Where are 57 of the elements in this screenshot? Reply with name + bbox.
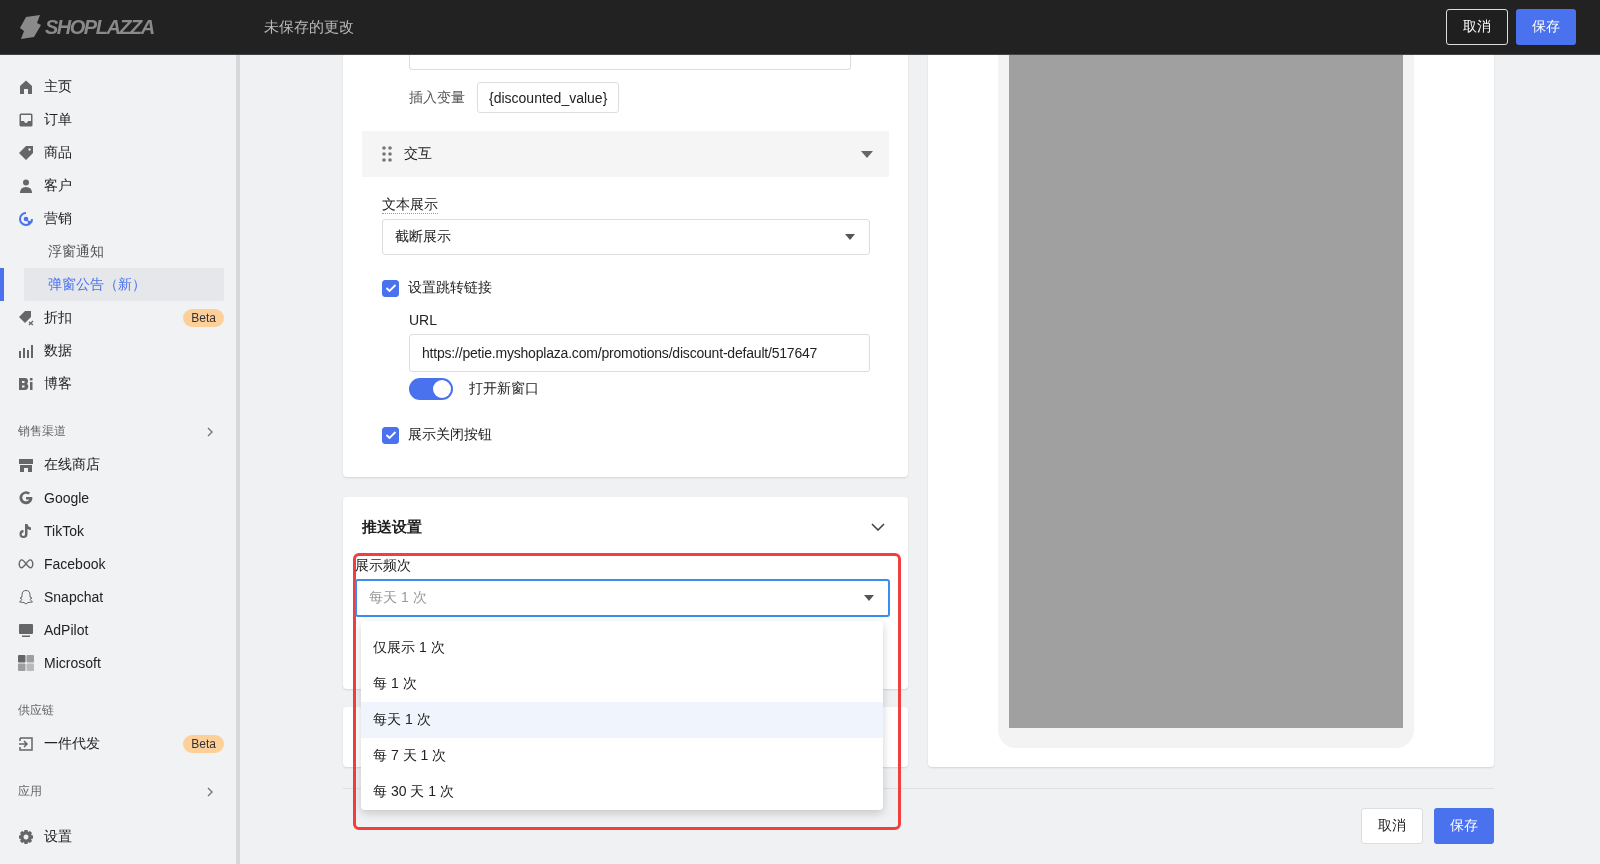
section-header[interactable]: 应用 <box>18 775 224 808</box>
sidebar-item[interactable]: 一件代发 <box>44 734 174 753</box>
logo-icon <box>20 15 42 39</box>
sidebar-item[interactable]: Snapchat <box>44 588 224 605</box>
beta-badge: Beta <box>183 308 224 327</box>
dropdown-option[interactable]: 每天 1 次 <box>361 702 883 738</box>
section-header: 供应链 <box>18 702 55 719</box>
beta-badge: Beta <box>183 734 224 753</box>
sidebar-item[interactable]: 在线商店 <box>44 455 224 474</box>
sidebar-item[interactable]: 折扣 <box>44 308 174 327</box>
section-header[interactable]: 交互 <box>362 131 889 177</box>
sidebar-item[interactable]: 订单 <box>44 110 224 129</box>
drag-handle-icon[interactable] <box>382 146 392 162</box>
field-label: 插入变量 <box>409 88 465 107</box>
section-title: 交互 <box>404 145 433 163</box>
sidebar-item[interactable]: 博客 <box>44 374 224 393</box>
sidebar-item[interactable]: 设置 <box>44 827 224 846</box>
field-label: 文本展示 <box>382 195 438 214</box>
url-field[interactable]: https://petie.myshoplaza.com/promotions/discount-default/517647 <box>409 334 870 372</box>
checkbox[interactable] <box>382 279 399 297</box>
page-status-title: 未保存的更改 <box>264 17 355 37</box>
text-display-select[interactable]: 截断展示 <box>382 219 870 255</box>
toggle-switch[interactable] <box>409 378 453 400</box>
section-header[interactable]: 销售渠道 <box>18 415 224 448</box>
sidebar-item[interactable]: 商品 <box>44 143 224 162</box>
dropdown-option[interactable]: 每 30 天 1 次 <box>361 774 883 810</box>
sidebar-subitem[interactable]: 弹窗公告（新） <box>24 268 224 301</box>
chevron-down-icon[interactable] <box>871 523 885 531</box>
logo-text: SHOPLAZZA <box>45 15 154 39</box>
checkbox-label: 展示关闭按钮 <box>408 426 492 444</box>
save-button[interactable]: 保存 <box>1516 9 1576 45</box>
checkmark-icon <box>384 430 397 440</box>
sidebar-item[interactable]: 主页 <box>44 77 224 96</box>
checkbox[interactable] <box>382 426 399 444</box>
sidebar-item[interactable]: Google <box>44 489 224 506</box>
caret-icon <box>845 234 855 240</box>
field-label: URL <box>409 312 438 328</box>
sidebar-item[interactable]: TikTok <box>44 522 224 539</box>
checkbox-label: 设置跳转链接 <box>408 279 492 297</box>
cancel-button[interactable]: 取消 <box>1446 9 1508 45</box>
card-title: 推送设置 <box>362 517 422 537</box>
checkmark-icon <box>384 283 397 293</box>
sidebar-item[interactable]: Facebook <box>44 555 224 572</box>
dropdown-option[interactable]: 每 7 天 1 次 <box>361 738 883 774</box>
save-button[interactable]: 保存 <box>1434 808 1494 844</box>
sidebar-item[interactable]: 营销 <box>44 209 224 228</box>
cancel-button[interactable]: 取消 <box>1361 808 1423 844</box>
sidebar-subitem[interactable]: 浮窗通知 <box>24 235 224 268</box>
dropdown-option[interactable]: 仅展示 1 次 <box>361 630 883 666</box>
dropdown-option[interactable]: 每 1 次 <box>361 666 883 702</box>
sidebar-item[interactable]: 客户 <box>44 176 224 195</box>
sidebar-item[interactable]: 数据 <box>44 341 224 360</box>
sidebar-item[interactable]: AdPilot <box>44 621 224 638</box>
caret-icon <box>864 595 874 601</box>
toggle-label: 打开新窗口 <box>469 380 539 398</box>
sidebar-item[interactable]: Microsoft <box>44 654 224 671</box>
variable-chip[interactable]: {discounted_value} <box>477 82 620 113</box>
